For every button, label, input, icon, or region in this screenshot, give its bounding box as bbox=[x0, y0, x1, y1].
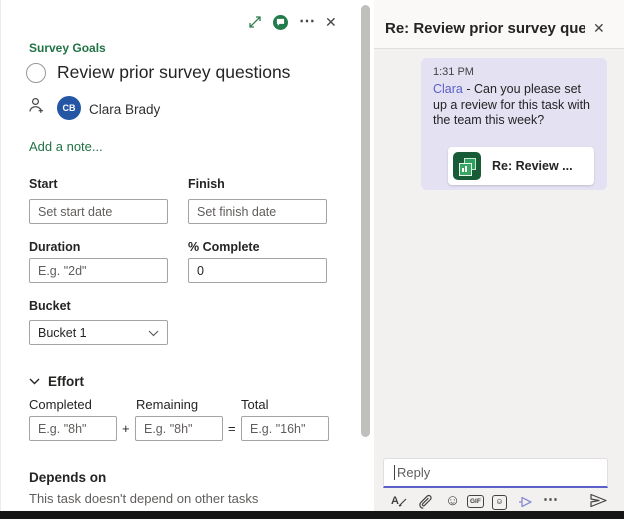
task-complete-checkbox[interactable] bbox=[26, 63, 46, 83]
assignee-name: Clara Brady bbox=[89, 102, 160, 117]
format-icon[interactable]: A bbox=[391, 494, 407, 507]
gif-icon[interactable]: GIF bbox=[467, 495, 484, 508]
task-card-title: Re: Review ... bbox=[492, 159, 573, 173]
plus-sign: + bbox=[122, 421, 130, 436]
remaining-label: Remaining bbox=[136, 397, 198, 412]
planner-task-detail-window: ⋯ ✕ Survey Goals Review prior survey que… bbox=[0, 0, 624, 519]
depends-on-text: This task doesn't depend on other tasks bbox=[29, 491, 258, 506]
effort-label: Effort bbox=[48, 374, 84, 389]
planner-app-icon bbox=[453, 152, 481, 180]
start-date-input[interactable] bbox=[29, 199, 168, 224]
total-label: Total bbox=[241, 397, 268, 412]
completed-label: Completed bbox=[29, 397, 92, 412]
message-sender-link[interactable]: Clara bbox=[433, 82, 463, 96]
add-assignee-icon[interactable] bbox=[28, 97, 44, 119]
chevron-down-icon bbox=[29, 372, 40, 390]
emoji-icon[interactable]: ☺ bbox=[445, 492, 460, 509]
finish-label: Finish bbox=[188, 177, 225, 191]
start-label: Start bbox=[29, 177, 57, 191]
more-options-icon[interactable]: ⋯ bbox=[299, 11, 316, 31]
depends-on-label: Depends on bbox=[29, 470, 106, 485]
open-chat-icon[interactable] bbox=[273, 15, 288, 30]
attach-icon[interactable] bbox=[419, 494, 433, 510]
bucket-select[interactable]: Bucket 1 bbox=[29, 320, 168, 345]
reply-placeholder: Reply bbox=[397, 465, 430, 480]
chat-title: Re: Review prior survey ques... bbox=[385, 20, 585, 37]
expand-icon[interactable] bbox=[248, 15, 262, 34]
effort-remaining-input[interactable] bbox=[135, 416, 223, 441]
add-note-link[interactable]: Add a note... bbox=[29, 139, 103, 154]
duration-label: Duration bbox=[29, 240, 80, 254]
window-bottom-bar bbox=[0, 511, 624, 519]
assignee-avatar[interactable]: CB bbox=[57, 96, 81, 120]
equals-sign: = bbox=[228, 421, 236, 436]
close-icon[interactable]: ✕ bbox=[325, 14, 337, 31]
reply-input[interactable]: Reply bbox=[383, 458, 608, 488]
chat-close-icon[interactable]: ✕ bbox=[593, 20, 605, 37]
plan-name[interactable]: Survey Goals bbox=[29, 41, 106, 55]
effort-total-input[interactable] bbox=[241, 416, 329, 441]
task-detail-panel: ⋯ ✕ Survey Goals Review prior survey que… bbox=[0, 0, 374, 511]
task-link-card[interactable]: Re: Review ... bbox=[448, 147, 594, 185]
send-icon[interactable] bbox=[589, 493, 608, 508]
bucket-label: Bucket bbox=[29, 299, 71, 313]
task-title[interactable]: Review prior survey questions bbox=[57, 62, 290, 83]
composer-more-icon[interactable]: ⋯ bbox=[543, 490, 559, 508]
message-text: Clara - Can you please set up a review f… bbox=[433, 82, 595, 129]
effort-completed-input[interactable] bbox=[29, 416, 117, 441]
text-caret bbox=[394, 465, 395, 480]
bucket-value: Bucket 1 bbox=[38, 326, 87, 340]
finish-date-input[interactable] bbox=[188, 199, 327, 224]
effort-section-toggle[interactable]: Effort bbox=[29, 372, 84, 390]
chevron-down-icon bbox=[148, 326, 159, 340]
duration-input[interactable] bbox=[29, 258, 168, 283]
chat-bubble-icon bbox=[276, 18, 285, 27]
percent-complete-input[interactable] bbox=[188, 258, 327, 283]
scrollbar-thumb[interactable] bbox=[361, 5, 370, 437]
sticker-icon[interactable]: ☺ bbox=[492, 495, 507, 510]
message-timestamp: 1:31 PM bbox=[433, 66, 595, 78]
percent-complete-label: % Complete bbox=[188, 240, 260, 254]
stream-icon[interactable] bbox=[518, 495, 533, 509]
